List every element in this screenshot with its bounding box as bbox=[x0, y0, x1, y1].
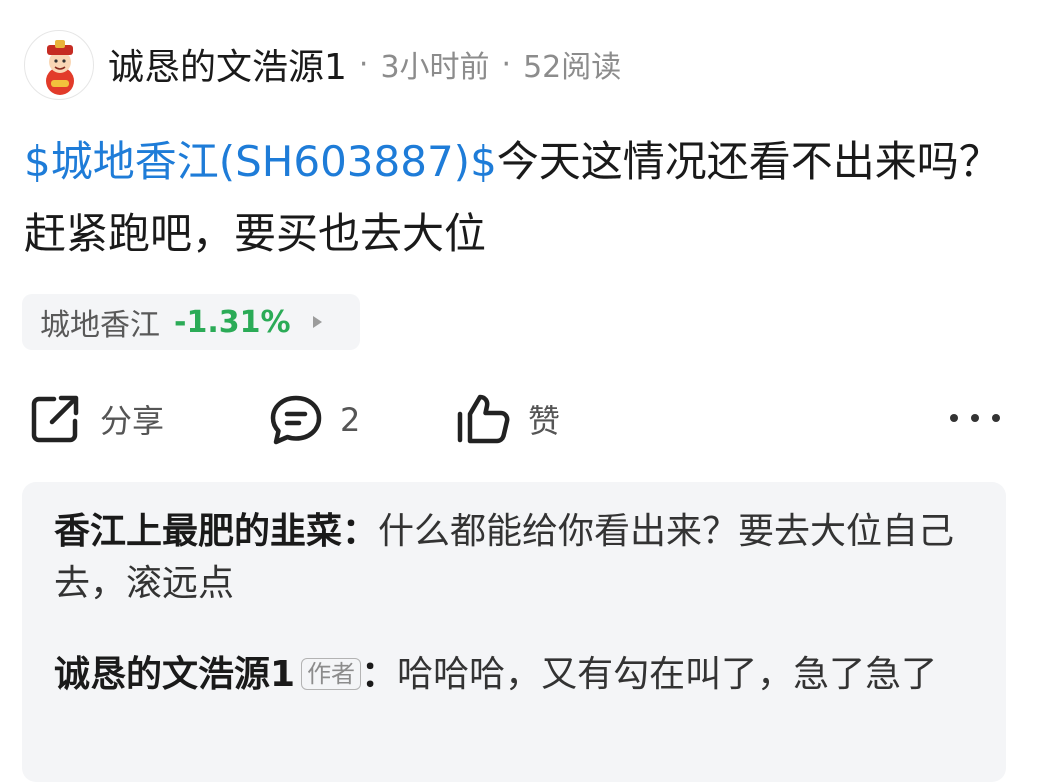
comment-button[interactable]: 2 bbox=[268, 393, 360, 447]
chevron-right-icon bbox=[312, 316, 322, 328]
author-badge: 作者 bbox=[301, 658, 362, 690]
share-button[interactable]: 分享 bbox=[28, 392, 164, 446]
more-button[interactable] bbox=[950, 406, 1000, 430]
post-header: 诚恳的文浩源1 · 3小时前 · 52阅读 bbox=[108, 38, 622, 90]
comments-panel: 香江上最肥的韭菜：什么都能给你看出来？要去大位自己去，滚远点 诚恳的文浩源1 作者… bbox=[22, 482, 1006, 782]
thumbs-up-icon bbox=[457, 394, 510, 444]
more-icon-dot bbox=[971, 414, 979, 422]
comment-user[interactable]: 香江上最肥的韭菜 bbox=[54, 511, 342, 552]
more-icon-dot bbox=[950, 414, 958, 422]
author-name[interactable]: 诚恳的文浩源1 bbox=[108, 38, 347, 90]
post-time: 3小时前 bbox=[380, 50, 490, 85]
more-icon-dot bbox=[992, 414, 1000, 422]
like-button[interactable]: 赞 bbox=[456, 392, 560, 446]
share-label: 分享 bbox=[100, 402, 165, 440]
comment-item[interactable]: 诚恳的文浩源1 作者 ：哈哈哈，又有勾在叫了，急了急了 bbox=[54, 649, 974, 701]
post-body: $城地香江(SH603887)$今天这情况还看不出来吗？赶紧跑吧，要买也去大位 bbox=[24, 126, 1024, 270]
separator: · bbox=[358, 46, 369, 82]
comment-colon: ： bbox=[361, 654, 398, 695]
read-count: 52阅读 bbox=[523, 50, 622, 85]
stock-link[interactable]: $城地香江(SH603887)$ bbox=[24, 137, 497, 186]
comment-text: 哈哈哈，又有勾在叫了，急了急了 bbox=[397, 654, 938, 695]
like-label: 赞 bbox=[528, 402, 561, 440]
stock-chip-change: -1.31% bbox=[174, 304, 291, 340]
comment-icon bbox=[270, 395, 322, 445]
avatar-image bbox=[46, 40, 74, 95]
comment-count: 2 bbox=[340, 401, 361, 439]
comment-item[interactable]: 香江上最肥的韭菜：什么都能给你看出来？要去大位自己去，滚远点 bbox=[54, 506, 974, 610]
avatar[interactable] bbox=[24, 30, 94, 100]
comment-colon: ： bbox=[342, 511, 379, 552]
stock-chip[interactable]: 城地香江 -1.31% bbox=[22, 294, 360, 350]
stock-chip-name: 城地香江 bbox=[40, 308, 160, 343]
share-icon bbox=[31, 395, 79, 443]
comment-user[interactable]: 诚恳的文浩源1 bbox=[54, 654, 295, 695]
separator: · bbox=[501, 46, 512, 82]
